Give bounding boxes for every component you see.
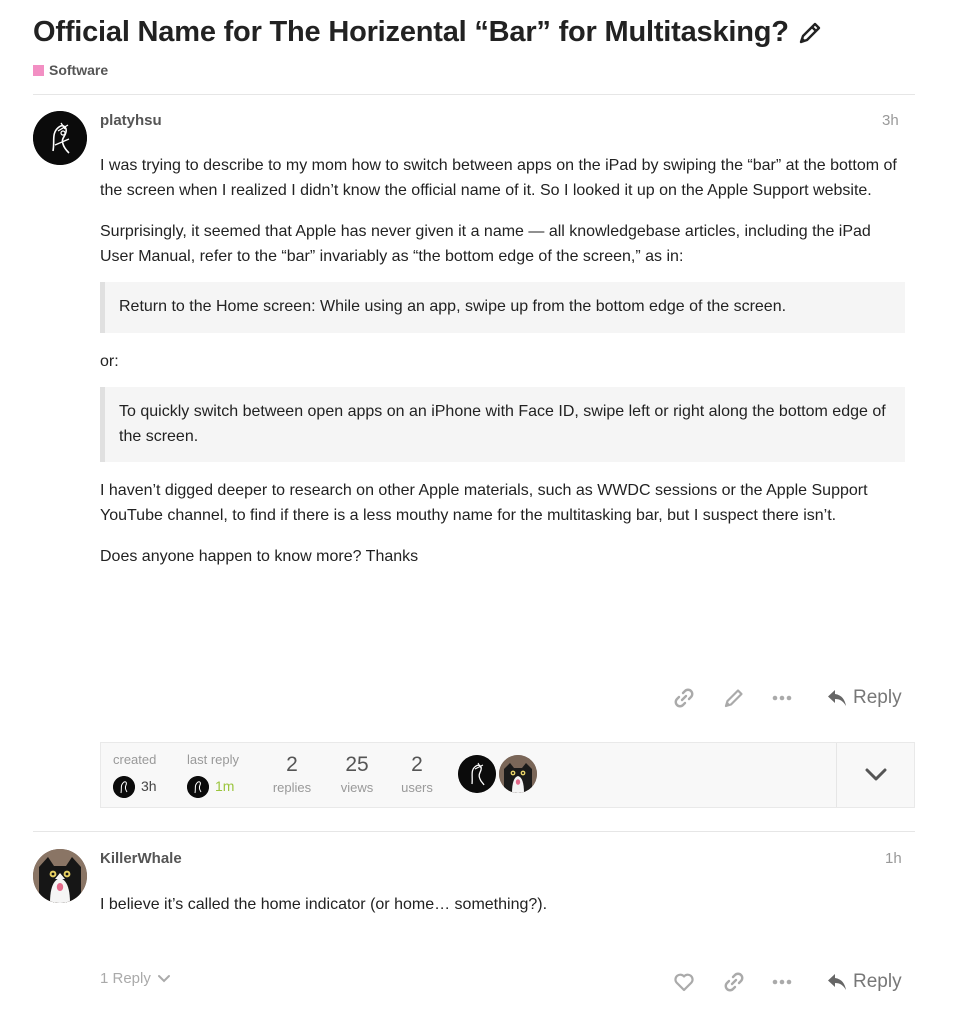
replies-label: replies bbox=[272, 780, 312, 795]
category-color-swatch bbox=[33, 64, 44, 76]
post-body: I was trying to describe to my mom how t… bbox=[100, 154, 905, 587]
post-paragraph: I haven’t digged deeper to research on o… bbox=[100, 482, 868, 524]
avatar[interactable] bbox=[113, 776, 135, 798]
topic-title-row: Official Name for The Horizental “Bar” f… bbox=[33, 16, 823, 49]
reply-button[interactable]: Reply bbox=[827, 971, 902, 993]
topic-map: created 3h last reply 1m 2 replies 25 vi… bbox=[100, 742, 915, 808]
reply-arrow-icon bbox=[828, 974, 846, 990]
divider bbox=[33, 831, 915, 832]
post-paragraph: Surprisingly, it seemed that Apple has n… bbox=[100, 223, 871, 265]
reply-label: Reply bbox=[853, 971, 902, 992]
blockquote-text: Return to the Home screen: While using a… bbox=[119, 298, 787, 315]
reply-label: Reply bbox=[853, 687, 902, 708]
post-username[interactable]: platyhsu bbox=[100, 112, 162, 129]
avatar[interactable] bbox=[33, 849, 87, 903]
blockquote-text: To quickly switch between open apps on a… bbox=[119, 403, 886, 445]
category-badge[interactable]: Software bbox=[33, 62, 108, 78]
reply-arrow-icon bbox=[828, 690, 846, 706]
last-reply-time[interactable]: 1m bbox=[215, 778, 234, 794]
created-label: created bbox=[113, 752, 157, 767]
last-reply-label: last reply bbox=[187, 752, 240, 767]
category-label: Software bbox=[49, 62, 109, 78]
post-body: I believe it’s called the home indicator… bbox=[100, 893, 905, 935]
views-label: views bbox=[340, 780, 374, 795]
pencil-icon[interactable] bbox=[722, 686, 746, 710]
post-paragraph: Does anyone happen to know more? Thanks bbox=[100, 548, 419, 565]
replies-count: 2 bbox=[286, 753, 298, 776]
ellipsis-icon[interactable] bbox=[770, 970, 794, 994]
participant-avatar[interactable] bbox=[458, 755, 496, 793]
post-date[interactable]: 1h bbox=[885, 850, 902, 867]
replies-count-label: 1 Reply bbox=[100, 970, 151, 987]
users-count: 2 bbox=[411, 753, 423, 776]
heart-icon[interactable] bbox=[672, 970, 696, 994]
topic-map-expand-button[interactable] bbox=[836, 743, 914, 807]
topic-title[interactable]: Official Name for The Horizental “Bar” f… bbox=[33, 16, 789, 49]
ellipsis-icon[interactable] bbox=[770, 686, 794, 710]
post-actions: Reply bbox=[672, 686, 902, 710]
link-icon[interactable] bbox=[672, 686, 696, 710]
divider bbox=[33, 94, 915, 95]
avatar[interactable] bbox=[33, 111, 87, 165]
chevron-down-icon bbox=[157, 975, 170, 983]
users-label: users bbox=[401, 780, 433, 795]
post-username[interactable]: KillerWhale bbox=[100, 850, 182, 867]
pencil-icon[interactable] bbox=[797, 20, 823, 46]
post-paragraph: I was trying to describe to my mom how t… bbox=[100, 157, 897, 199]
post-paragraph: I believe it’s called the home indicator… bbox=[100, 896, 548, 913]
post-actions: Reply bbox=[672, 970, 902, 994]
link-icon[interactable] bbox=[722, 970, 746, 994]
blockquote: To quickly switch between open apps on a… bbox=[100, 387, 905, 462]
views-count: 25 bbox=[345, 753, 369, 776]
replies-toggle-button[interactable]: 1 Reply bbox=[100, 970, 171, 987]
blockquote: Return to the Home screen: While using a… bbox=[100, 282, 905, 333]
participant-avatar[interactable] bbox=[499, 755, 537, 793]
created-time[interactable]: 3h bbox=[141, 778, 157, 794]
reply-button[interactable]: Reply bbox=[827, 687, 902, 709]
post-paragraph: or: bbox=[100, 352, 119, 370]
post-date[interactable]: 3h bbox=[882, 112, 899, 129]
avatar[interactable] bbox=[187, 776, 209, 798]
chevron-down-icon bbox=[865, 768, 886, 781]
